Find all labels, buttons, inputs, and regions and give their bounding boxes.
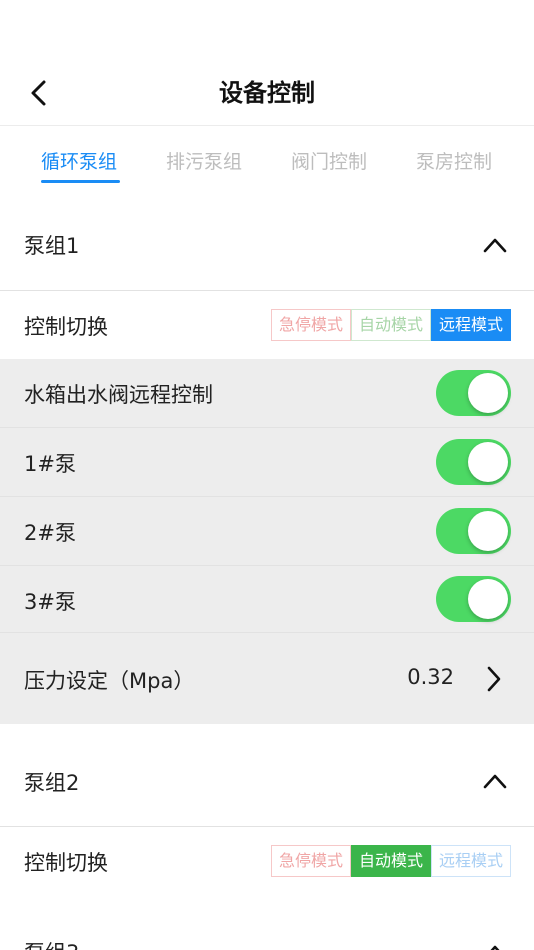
chevron-up-icon[interactable] — [482, 232, 508, 258]
switch-knob — [468, 373, 508, 413]
toggle-label: 2#泵 — [24, 521, 76, 545]
active-tab-indicator — [41, 180, 120, 183]
group-3-header[interactable]: 泵组3 — [0, 905, 534, 950]
tab-pump-room-control[interactable]: 泵房控制 — [416, 148, 492, 176]
toggle-row-tank-outlet-valve: 水箱出水阀远程控制 — [0, 359, 534, 427]
mode-segmented-control: 急停模式 自动模式 远程模式 — [271, 845, 511, 877]
pressure-setting-label: 压力设定（Mpa） — [24, 669, 195, 693]
group-2-control-switch-row: 控制切换 急停模式 自动模式 远程模式 — [0, 827, 534, 895]
group-1-title: 泵组1 — [24, 234, 80, 258]
mode-option-auto[interactable]: 自动模式 — [351, 309, 431, 341]
switch-knob — [468, 511, 508, 551]
pump-3-switch[interactable] — [436, 576, 511, 622]
toggle-label: 1#泵 — [24, 452, 76, 476]
tab-valve-control[interactable]: 阀门控制 — [291, 148, 367, 176]
mode-segmented-control: 急停模式 自动模式 远程模式 — [271, 309, 511, 341]
pressure-setting-row[interactable]: 压力设定（Mpa） 0.32 — [0, 633, 534, 724]
pressure-value: 0.32 — [407, 665, 454, 689]
control-switch-label: 控制切换 — [24, 315, 108, 339]
group-3-title: 泵组3 — [24, 937, 79, 950]
pump-1-switch[interactable] — [436, 439, 511, 485]
switch-knob — [468, 442, 508, 482]
control-switch-label: 控制切换 — [24, 851, 108, 875]
group-2-title: 泵组2 — [24, 771, 80, 795]
mode-option-remote[interactable]: 远程模式 — [431, 309, 511, 341]
nav-bar: 设备控制 — [0, 60, 534, 126]
pump-2-switch[interactable] — [436, 508, 511, 554]
chevron-right-icon[interactable] — [484, 665, 504, 693]
tab-sewage-pumps[interactable]: 排污泵组 — [166, 148, 242, 176]
group-1-header[interactable]: 泵组1 — [0, 198, 534, 290]
tank-outlet-valve-switch[interactable] — [436, 370, 511, 416]
tab-circulation-pumps[interactable]: 循环泵组 — [41, 148, 117, 176]
mode-option-auto[interactable]: 自动模式 — [351, 845, 431, 877]
group-2-header[interactable]: 泵组2 — [0, 734, 534, 826]
toggle-row-pump-1: 1#泵 — [0, 428, 534, 496]
switch-knob — [468, 579, 508, 619]
chevron-up-icon[interactable] — [482, 939, 508, 950]
mode-option-emergency-stop[interactable]: 急停模式 — [271, 845, 351, 877]
tab-bar: 循环泵组 排污泵组 阀门控制 泵房控制 — [0, 126, 534, 198]
mode-option-emergency-stop[interactable]: 急停模式 — [271, 309, 351, 341]
page-title: 设备控制 — [219, 79, 315, 107]
toggle-label: 水箱出水阀远程控制 — [24, 383, 213, 407]
toggle-row-pump-2: 2#泵 — [0, 497, 534, 565]
group-1-control-switch-row: 控制切换 急停模式 自动模式 远程模式 — [0, 291, 534, 359]
toggle-label: 3#泵 — [24, 590, 76, 614]
chevron-up-icon[interactable] — [482, 768, 508, 794]
toggle-row-pump-3: 3#泵 — [0, 566, 534, 632]
mode-option-remote[interactable]: 远程模式 — [431, 845, 511, 877]
